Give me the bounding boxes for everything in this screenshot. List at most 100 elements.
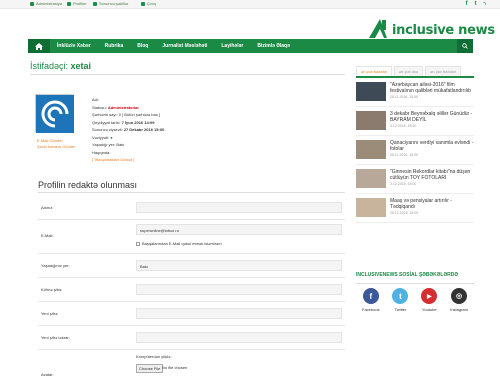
nav-item-contact[interactable]: Bizimlə Əlaqə — [250, 43, 297, 49]
logo-icon[interactable] — [367, 17, 389, 39]
news-thumbnail[interactable] — [356, 82, 386, 101]
admin-link[interactable]: Administrasiya — [30, 1, 62, 6]
file-status: No file chosen — [162, 365, 188, 370]
profile-content: İstifadəçi: xetai E-Mail Gönder Şəxsi İs… — [30, 61, 345, 377]
news-item[interactable]: "Azərbaycan ailəsi-2016" film festivalın… — [356, 78, 474, 107]
online-dot-icon: ● — [110, 134, 113, 140]
info-last-visit-label: Sonuncu ziyarəti: — [92, 127, 123, 132]
registered-value: 7 İyun 2016 14:09 — [121, 119, 155, 125]
email-input[interactable]: superonline@inbox.ru — [136, 224, 342, 235]
last-images-link[interactable]: Sonuncu şəkillər — [93, 1, 128, 6]
tab-most-viewed-2[interactable]: ən çox baxılan — [425, 66, 461, 76]
youtube-icon[interactable]: ▶ — [421, 288, 438, 304]
info-location-label: Yaşadığı yer: — [92, 142, 116, 147]
news-title[interactable]: 3 dekabr Beynəlxalq əlillər Günüdür - BA… — [390, 111, 474, 123]
old-password-label: Köhnə şifrə: — [41, 287, 63, 292]
new-password-input[interactable] — [136, 308, 342, 319]
info-about-label: Haqqında: — [92, 149, 111, 155]
profile-label: Profilim — [73, 1, 87, 6]
home-button[interactable] — [28, 39, 50, 53]
admin-label: Administrasiya — [36, 1, 63, 6]
news-item[interactable]: "Ginnesin Rekordlar kitabı"na düşən cütl… — [356, 165, 474, 194]
name-input[interactable] — [136, 202, 342, 213]
sidebar-tabs: ən çox baxılan ən çox oxu ən çox baxılan — [356, 66, 474, 78]
logout-label: Çıxış — [147, 1, 157, 6]
news-title[interactable]: Qanaciyarını verdiyi xanımla evləndi - f… — [390, 140, 474, 152]
news-thumbnail[interactable] — [356, 140, 386, 159]
twitter-icon[interactable]: t — [392, 288, 409, 304]
title-divider — [30, 74, 345, 75]
info-comments: Şərhlərin sayı: 0 [ Bütün şərhlərə bax ] — [92, 111, 164, 119]
nav-item-blog[interactable]: Bloq — [130, 43, 155, 49]
news-thumbnail[interactable] — [356, 198, 386, 217]
nav-item-news[interactable]: İnklüziv Xəbər — [50, 43, 98, 49]
nav-item-journalist[interactable]: Jurnalist Məsləhəti — [155, 43, 214, 49]
logout-link[interactable]: Çıxış — [141, 1, 156, 6]
choose-file-button[interactable]: Choose File — [136, 364, 164, 373]
info-status-label: Statusu: — [92, 104, 107, 110]
status-value: Administratorlar — [107, 104, 139, 110]
tab-most-viewed[interactable]: ən çox baxılan — [356, 66, 392, 76]
news-item[interactable]: 3 dekabr Beynəlxalq əlillər Günüdür - BA… — [356, 107, 474, 136]
info-registered: Qeydiyyat tarixi: 7 İyun 2016 14:09 — [92, 119, 164, 127]
rss-icon[interactable]: ◝ — [484, 1, 486, 8]
news-date: 3.12.2016, 15:00 — [390, 182, 417, 186]
show-contacts-link[interactable]: [ Əlaqəndakları Göstər ] — [92, 157, 134, 162]
home-icon — [35, 42, 43, 50]
profile-link[interactable]: Profilim — [67, 1, 86, 6]
youtube-label: Youtube — [422, 307, 437, 312]
news-title[interactable]: Maaş və pensiyalar artırılır - Tədqiqand… — [390, 198, 474, 210]
hide-email-option[interactable]: Başqalarından E-Mail qəbul etmək istəmir… — [136, 241, 222, 246]
pm-send-link[interactable]: Şəxsi İsmarış Gönder — [37, 144, 75, 150]
info-state: Vəziyyəti: ● — [92, 134, 164, 142]
news-thumbnail[interactable] — [356, 111, 386, 130]
news-date: 28.11.2016, 15:55 — [390, 95, 418, 99]
logo-text[interactable]: inclusive news — [392, 23, 495, 38]
nav-item-rubrika[interactable]: Rubrika — [98, 43, 131, 49]
search-button[interactable] — [457, 39, 473, 53]
news-title[interactable]: "Azərbaycan ailəsi-2016" film festivalın… — [390, 82, 474, 94]
news-thumbnail[interactable] — [356, 169, 386, 188]
instagram-icon[interactable]: ◎ — [451, 288, 468, 304]
news-date: 26.12.2016, 15:00 — [390, 211, 419, 215]
facebook-icon[interactable]: f — [362, 288, 379, 304]
info-name: Adı: — [92, 96, 164, 104]
title-prefix: İstifadəçi: — [30, 61, 69, 71]
instagram-label: Instagram — [450, 307, 468, 312]
avatar-image — [36, 95, 74, 133]
info-name-label: Adı: — [92, 97, 100, 102]
comments-value[interactable]: 0 [ Bütün şərhlərə bax ] — [119, 112, 160, 117]
info-comments-label: Şərhlərin sayı: — [92, 112, 118, 117]
twitter-link[interactable]: t Twitter — [392, 288, 409, 312]
email-label: E-Mail: — [41, 233, 54, 238]
edit-section-title: Profilin redaktə olunması — [38, 180, 138, 190]
repeat-password-input[interactable] — [136, 332, 342, 343]
form-row-repeat-password: Yeni şifrə təkrar: — [38, 326, 345, 350]
form-row-old-password: Köhnə şifrə: — [38, 278, 345, 302]
hide-email-checkbox[interactable] — [136, 241, 140, 246]
edit-form: Adınız: E-Mail: superonline@inbox.ru Baş… — [38, 196, 345, 380]
last-images-label: Sonuncu şəkillər — [99, 1, 129, 6]
last-visit-value: 27 Dekabr 2016 15:00 — [123, 127, 165, 132]
nav-item-projects[interactable]: Layihələr — [214, 43, 250, 49]
youtube-link[interactable]: ▶ Youtube — [421, 288, 438, 312]
form-row-avatar: Avatar: Kompüterdən yüklə: Choose File N… — [38, 350, 345, 380]
news-date: 28.11.2016, 15:00 — [390, 153, 418, 157]
location-input[interactable]: Bakı — [136, 260, 342, 271]
social-divider — [356, 283, 474, 284]
repeat-password-label: Yeni şifrə təkrar: — [41, 335, 70, 340]
facebook-icon[interactable]: f — [466, 1, 468, 8]
news-title[interactable]: "Ginnesin Rekordlar kitabı"na düşən cütl… — [390, 169, 474, 181]
news-item[interactable]: Maaş və pensiyalar artırılır - Tədqiqand… — [356, 194, 474, 223]
instagram-link[interactable]: ◎ Instagram — [450, 288, 468, 312]
info-registered-label: Qeydiyyat tarixi: — [92, 119, 121, 125]
old-password-input[interactable] — [136, 284, 342, 295]
tab-most-read[interactable]: ən çox oxu — [393, 66, 424, 76]
info-state-label: Vəziyyəti: — [92, 134, 110, 140]
username: xetai — [70, 61, 92, 71]
facebook-link[interactable]: f Facebook — [362, 288, 380, 312]
form-row-name: Adınız: — [38, 196, 345, 220]
news-item[interactable]: Qanaciyarını verdiyi xanımla evləndi - f… — [356, 136, 474, 165]
twitter-icon[interactable]: t — [475, 1, 477, 8]
edit-divider — [38, 192, 345, 193]
